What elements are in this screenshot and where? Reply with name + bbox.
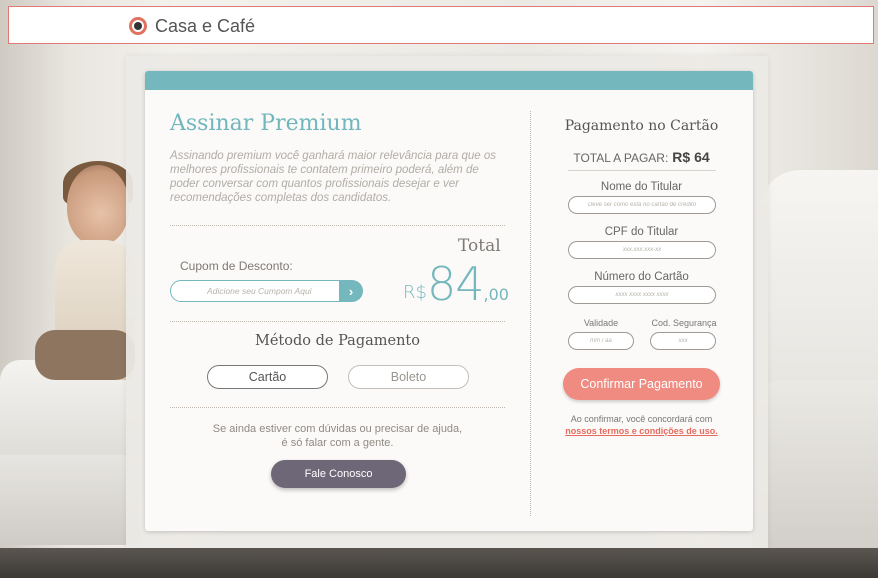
method-boleto-label: Boleto bbox=[390, 370, 427, 384]
total-underline bbox=[568, 170, 716, 171]
card-payment-title: Pagamento no Cartão bbox=[564, 118, 719, 134]
coupon-input[interactable] bbox=[170, 280, 360, 302]
child-figure bbox=[35, 161, 135, 385]
method-card-button[interactable]: Cartão bbox=[207, 365, 328, 389]
security-code-field[interactable] bbox=[650, 332, 716, 350]
coupon-label: Cupom de Desconto: bbox=[180, 259, 293, 273]
contact-us-label: Fale Conosco bbox=[304, 468, 373, 480]
checkout-card: Assinar Premium Assinando premium você g… bbox=[145, 71, 753, 531]
card-number-label: Número do Cartão bbox=[594, 271, 689, 283]
card-number-field[interactable] bbox=[568, 286, 716, 304]
security-code-label: Cod. Segurança bbox=[651, 318, 717, 328]
validity-field[interactable] bbox=[568, 332, 634, 350]
validity-label: Validade bbox=[583, 318, 619, 328]
chevron-right-icon: › bbox=[348, 283, 354, 299]
premium-description: Assinando premium você ganhará maior rel… bbox=[170, 150, 497, 204]
method-boleto-button[interactable]: Boleto bbox=[348, 365, 469, 389]
vertical-divider bbox=[530, 111, 531, 516]
sofa-left-base bbox=[0, 455, 140, 545]
card-top-bar bbox=[145, 71, 753, 90]
confirm-payment-button[interactable]: Confirmar Pagamento bbox=[563, 368, 720, 400]
contact-us-button[interactable]: Fale Conosco bbox=[271, 460, 406, 488]
divider-1 bbox=[170, 225, 505, 226]
divider-3 bbox=[170, 407, 505, 408]
total-to-pay-value: R$ 64 bbox=[672, 149, 710, 165]
sofa-right-base bbox=[752, 380, 878, 550]
help-text: Se ainda estiver com dúvidas ou precisar… bbox=[145, 422, 530, 450]
total-to-pay-label: TOTAL A PAGAR: bbox=[573, 151, 669, 165]
child-blanket bbox=[35, 330, 135, 380]
terms-link[interactable]: nossos termos e condições de uso. bbox=[565, 426, 718, 436]
terms-intro: Ao confirmar, você concordará com bbox=[570, 414, 713, 424]
holder-name-field[interactable] bbox=[568, 196, 716, 214]
total-to-pay: TOTAL A PAGAR: R$ 64 bbox=[530, 149, 753, 165]
price-amount: 84 bbox=[426, 257, 485, 311]
holder-cpf-field[interactable] bbox=[568, 241, 716, 259]
holder-name-label: Nome do Titular bbox=[600, 181, 683, 193]
coupon-submit-button[interactable]: › bbox=[339, 280, 363, 302]
terms-text: Ao confirmar, você concordará com nossos… bbox=[530, 413, 753, 437]
child-head bbox=[67, 165, 129, 245]
brand-name[interactable]: Casa e Café bbox=[155, 16, 255, 37]
method-card-label: Cartão bbox=[248, 370, 287, 384]
total-label: Total bbox=[458, 236, 501, 256]
logo-icon[interactable] bbox=[129, 17, 147, 35]
divider-2 bbox=[170, 321, 505, 322]
confirm-payment-label: Confirmar Pagamento bbox=[580, 377, 703, 391]
total-price: R$84,00 bbox=[403, 257, 509, 311]
price-cents: ,00 bbox=[483, 285, 509, 304]
page-title: Assinar Premium bbox=[170, 111, 362, 136]
help-line-2: é só falar com a gente. bbox=[281, 437, 394, 449]
help-line-1: Se ainda estiver com dúvidas ou precisar… bbox=[212, 423, 463, 435]
top-header: Casa e Café bbox=[8, 6, 874, 44]
holder-cpf-label: CPF do Titular bbox=[604, 226, 679, 238]
payment-method-title: Método de Pagamento bbox=[255, 333, 420, 349]
price-currency: R$ bbox=[403, 282, 427, 303]
floor bbox=[0, 548, 878, 578]
